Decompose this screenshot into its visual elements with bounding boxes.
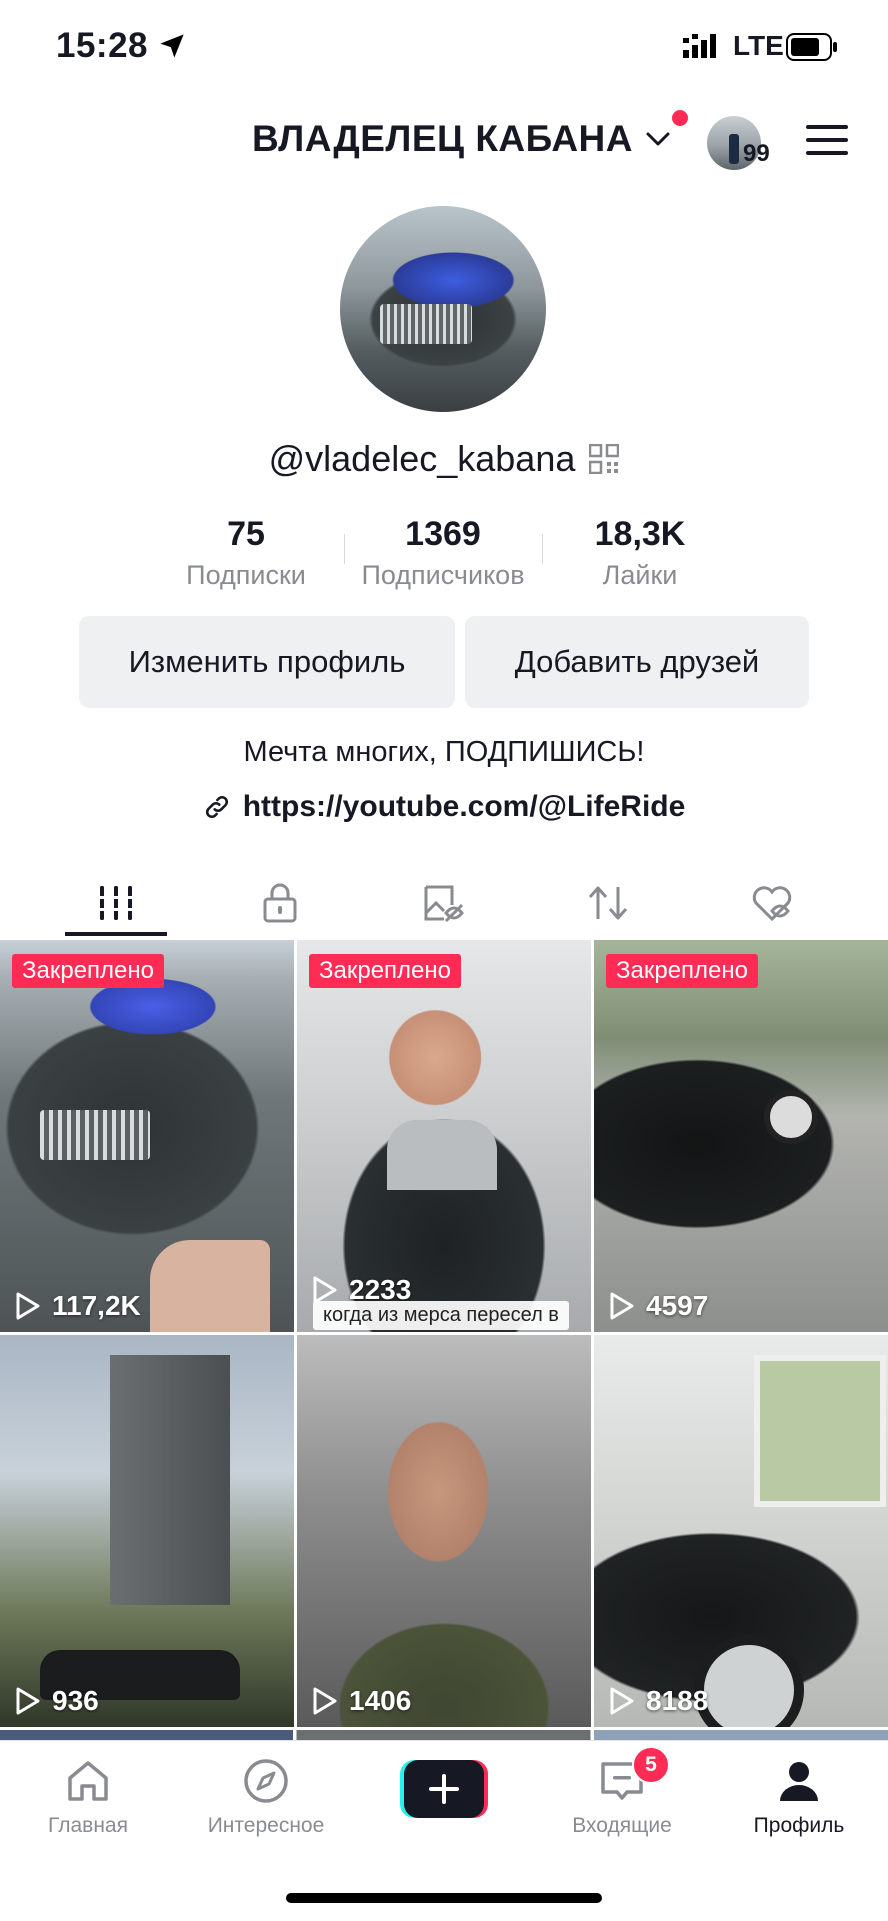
home-indicator — [286, 1893, 602, 1903]
window — [754, 1355, 886, 1507]
play-icon — [313, 1687, 337, 1715]
view-count-text: 1406 — [349, 1685, 412, 1716]
handle-row: @vladelec_kabana — [0, 438, 888, 480]
following-count: 75 — [227, 515, 265, 553]
followers-count: 1369 — [405, 515, 481, 553]
followers-stat[interactable]: 1369 Подписчиков — [350, 515, 536, 591]
nav-profile[interactable]: Профиль — [714, 1756, 884, 1838]
view-count: 8188 — [606, 1685, 708, 1717]
story-count-badge: 99 — [743, 140, 770, 167]
video-thumbnail[interactable]: 8188 — [594, 1335, 888, 1727]
following-label: Подписки — [186, 560, 306, 590]
notification-dot — [672, 110, 688, 126]
nav-discover[interactable]: Интересное — [181, 1756, 351, 1838]
status-time: 15:28 — [56, 26, 149, 65]
likes-count: 18,3K — [594, 515, 686, 553]
active-tab-indicator — [65, 932, 167, 936]
tower-building — [110, 1355, 230, 1605]
play-icon — [610, 1687, 634, 1715]
stat-divider — [344, 534, 345, 564]
avatar-car-grille — [380, 304, 472, 344]
tab-videos[interactable] — [27, 868, 204, 938]
video-thumbnail[interactable]: Закреплено 2233 когда из мерса пересел в — [297, 940, 591, 1332]
following-stat[interactable]: 75 Подписки — [166, 515, 326, 591]
view-count: 936 — [12, 1685, 99, 1717]
qr-code-icon[interactable] — [589, 444, 620, 474]
view-count-text: 4597 — [646, 1290, 709, 1321]
grid-icon — [97, 886, 134, 920]
view-count: 4597 — [606, 1290, 708, 1322]
pinned-badge: Закреплено — [309, 954, 461, 988]
video-thumbnail[interactable]: Закреплено 117,2K — [0, 940, 294, 1332]
stat-divider — [542, 534, 543, 564]
battery-icon — [786, 33, 837, 61]
account-switcher[interactable]: ВЛАДЕЛЕЦ КАБАНА — [252, 118, 671, 160]
create-button[interactable] — [400, 1760, 488, 1818]
signal-icon — [683, 34, 716, 58]
tab-reposts[interactable] — [519, 868, 696, 938]
profile-bio: Мечта многих, ПОДПИШИСЬ! — [243, 736, 645, 768]
video-thumbnail[interactable]: 936 — [0, 1335, 294, 1727]
tab-tagged[interactable] — [355, 868, 532, 938]
home-icon — [68, 1761, 108, 1801]
car-grille — [40, 1110, 150, 1160]
profile-link[interactable]: https://youtube.com/@LifeRide — [0, 790, 888, 824]
profile-icon — [780, 1762, 818, 1801]
profile-handle: @vladelec_kabana — [268, 438, 576, 479]
tab-private[interactable] — [191, 868, 368, 938]
edit-profile-button[interactable]: Изменить профиль — [79, 616, 455, 708]
tagged-icon — [424, 885, 464, 923]
nav-profile-label: Профиль — [753, 1814, 845, 1837]
wheel — [764, 1090, 818, 1144]
repost-icon — [588, 886, 627, 920]
pinned-badge: Закреплено — [12, 954, 164, 988]
pinned-badge: Закреплено — [606, 954, 758, 988]
hoodie — [387, 1120, 497, 1190]
network-type: LTE — [733, 30, 784, 61]
likes-label: Лайки — [602, 560, 678, 590]
nav-inbox-label: Входящие — [572, 1814, 672, 1837]
video-thumbnail[interactable]: 1406 — [297, 1335, 591, 1727]
play-icon — [16, 1687, 40, 1715]
view-count-text: 936 — [52, 1685, 99, 1716]
likes-stat[interactable]: 18,3K Лайки — [560, 515, 720, 591]
video-thumbnail[interactable]: Закреплено 4597 — [594, 940, 888, 1332]
nav-home-label: Главная — [48, 1814, 128, 1837]
add-friends-button[interactable]: Добавить друзей — [465, 616, 809, 708]
chevron-down-icon — [646, 132, 670, 146]
account-name-title: ВЛАДЕЛЕЦ КАБАНА — [252, 118, 633, 159]
view-count: 1406 — [309, 1685, 411, 1717]
play-icon — [16, 1292, 40, 1320]
view-count: 117,2K — [12, 1290, 141, 1322]
video-caption: когда из мерса пересел в — [313, 1301, 569, 1330]
nav-inbox[interactable]: Входящие — [537, 1756, 707, 1838]
wheel — [694, 1635, 804, 1727]
nav-home[interactable]: Главная — [3, 1756, 173, 1838]
view-count-text: 117,2K — [52, 1290, 141, 1321]
link-icon — [205, 795, 228, 819]
nav-discover-label: Интересное — [207, 1814, 325, 1837]
view-count-text: 8188 — [646, 1685, 709, 1716]
followers-label: Подписчиков — [361, 560, 525, 590]
hamburger-menu-icon[interactable] — [806, 124, 848, 156]
play-icon — [610, 1292, 634, 1320]
profile-link-text: https://youtube.com/@LifeRide — [242, 790, 686, 823]
compass-icon — [244, 1759, 288, 1803]
tab-liked[interactable] — [683, 868, 860, 938]
liked-hidden-icon — [752, 886, 791, 922]
hand-image — [150, 1240, 270, 1332]
location-arrow-icon — [160, 34, 184, 58]
lock-icon — [263, 883, 296, 923]
inbox-badge: 5 — [632, 1746, 670, 1784]
